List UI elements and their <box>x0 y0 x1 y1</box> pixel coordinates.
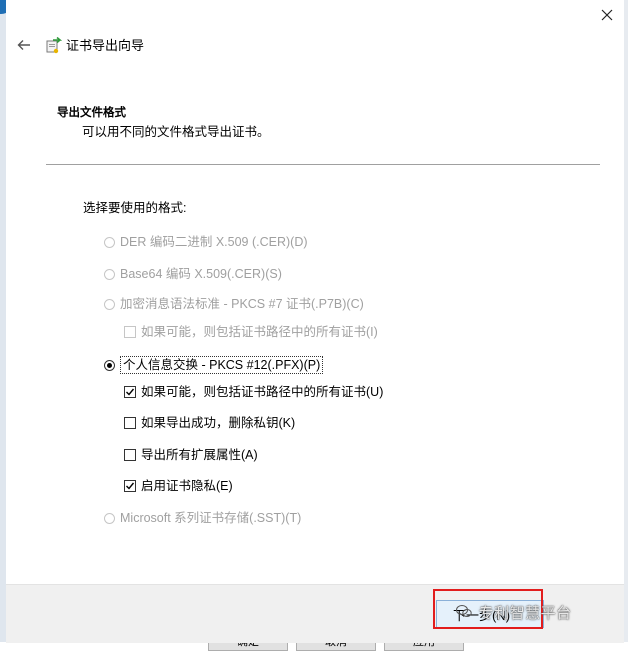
checkmark-icon <box>126 388 135 396</box>
checkmark-icon <box>126 482 135 490</box>
certificate-export-wizard: 证书导出向导 导出文件格式 可以用不同的文件格式导出证书。 选择要使用的格式: … <box>6 0 624 643</box>
divider <box>46 164 600 165</box>
radio-label: 个人信息交换 - PKCS #12(.PFX)(P) <box>120 356 324 374</box>
close-icon <box>601 9 613 21</box>
watermark-text: 专利智慧平台 <box>478 605 572 622</box>
format-choice-label: 选择要使用的格式: <box>83 201 187 215</box>
checkbox-enable-certificate-privacy[interactable]: 启用证书隐私(E) <box>124 478 233 494</box>
radio-button[interactable] <box>104 268 115 280</box>
radio-pkcs7-format[interactable]: 加密消息语法标准 - PKCS #7 证书(.P7B)(C) <box>104 296 364 312</box>
close-button[interactable] <box>596 4 618 26</box>
radio-label: Base64 编码 X.509(.CER)(S) <box>120 267 282 281</box>
radio-der-format[interactable]: DER 编码二进制 X.509 (.CER)(D) <box>104 234 308 250</box>
radio-sst-format[interactable]: Microsoft 系列证书存储(.SST)(T) <box>104 510 301 526</box>
background-window-edge-right <box>624 0 628 642</box>
radio-label: 加密消息语法标准 - PKCS #7 证书(.P7B)(C) <box>120 297 364 311</box>
radio-pfx-format[interactable]: 个人信息交换 - PKCS #12(.PFX)(P) <box>104 356 324 374</box>
radio-label: DER 编码二进制 X.509 (.CER)(D) <box>120 235 308 249</box>
checkbox-delete-private-key[interactable]: 如果导出成功，删除私钥(K) <box>124 415 295 431</box>
section-description: 可以用不同的文件格式导出证书。 <box>82 125 270 139</box>
checkbox-pfx-include-all-certs[interactable]: 如果可能，则包括证书路径中的所有证书(U) <box>124 384 383 400</box>
radio-selected-dot <box>107 362 112 368</box>
checkbox-export-extended-properties[interactable]: 导出所有扩展属性(A) <box>124 447 258 463</box>
checkbox-label: 如果可能，则包括证书路径中的所有证书(U) <box>141 385 384 399</box>
section-heading: 导出文件格式 <box>57 107 126 119</box>
checkbox[interactable] <box>124 386 136 398</box>
radio-button[interactable] <box>104 298 115 310</box>
checkbox-label: 如果可能，则包括证书路径中的所有证书(I) <box>141 325 378 339</box>
checkbox-label: 导出所有扩展属性(A) <box>141 448 258 462</box>
certificate-export-icon <box>46 37 62 54</box>
radio-label: Microsoft 系列证书存储(.SST)(T) <box>120 511 302 525</box>
checkbox[interactable] <box>124 417 136 429</box>
checkbox-p7b-include-all-certs[interactable]: 如果可能，则包括证书路径中的所有证书(I) <box>124 324 378 340</box>
checkbox[interactable] <box>124 326 136 338</box>
checkbox-label: 启用证书隐私(E) <box>141 479 233 493</box>
checkbox-label: 如果导出成功，删除私钥(K) <box>141 416 296 430</box>
checkbox[interactable] <box>124 449 136 461</box>
radio-base64-format[interactable]: Base64 编码 X.509(.CER)(S) <box>104 266 282 282</box>
radio-button[interactable] <box>104 236 115 248</box>
back-arrow-icon <box>17 40 30 50</box>
radio-button[interactable] <box>104 512 115 524</box>
back-button[interactable] <box>14 35 34 55</box>
checkbox[interactable] <box>124 480 136 492</box>
watermark: 专利智慧平台 <box>456 602 572 623</box>
radio-button[interactable] <box>104 359 115 371</box>
wechat-icon <box>456 605 472 617</box>
wizard-title: 证书导出向导 <box>66 38 145 53</box>
